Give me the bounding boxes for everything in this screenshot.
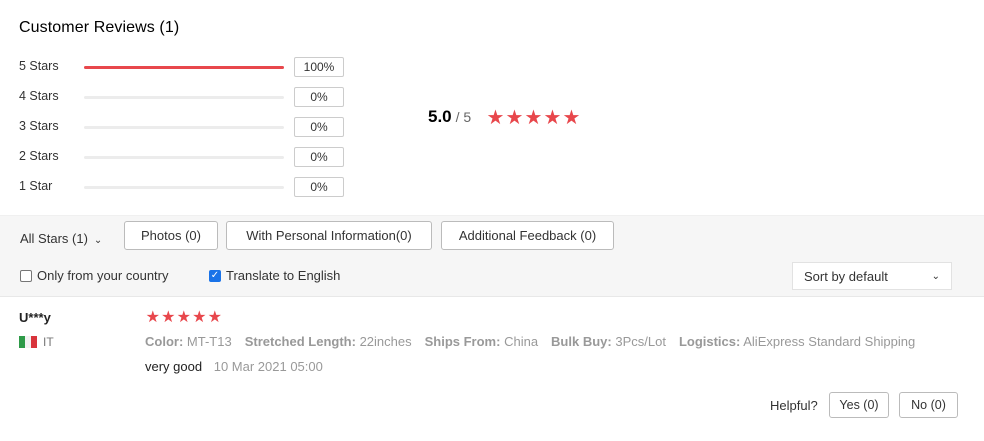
all-stars-label: All Stars (1) <box>20 231 88 246</box>
attribute-value: 22inches <box>359 334 412 349</box>
review-attribute: Stretched Length: 22inches <box>245 334 412 349</box>
helpful-label: Helpful? <box>770 398 818 413</box>
filter-bar: All Stars (1) ⌄ Photos (0) With Personal … <box>0 215 984 297</box>
review-text-line: very good 10 Mar 2021 05:00 <box>145 359 323 374</box>
rating-row-label: 3 Stars <box>19 119 59 133</box>
attribute-key: Logistics: <box>678 334 741 349</box>
star-icon: ★ <box>176 309 191 326</box>
helpful-no-button[interactable]: No (0) <box>899 392 958 418</box>
attribute-value: 3Pcs/Lot <box>615 334 666 349</box>
sort-label: Sort by default <box>804 268 888 284</box>
rating-bar-fill <box>84 66 284 69</box>
rating-percent: 0% <box>294 147 344 167</box>
rating-distribution-row: 3 Stars 0% <box>19 117 349 137</box>
photos-filter-button[interactable]: Photos (0) <box>124 221 218 250</box>
all-stars-dropdown[interactable]: All Stars (1) ⌄ <box>20 231 102 246</box>
rating-percent: 0% <box>294 117 344 137</box>
star-icon: ★ <box>486 107 505 129</box>
only-country-option[interactable]: Only from your country <box>20 268 169 283</box>
star-icon: ★ <box>543 107 562 129</box>
translate-option[interactable]: ✓ Translate to English <box>209 268 340 283</box>
attribute-key: Stretched Length: <box>244 334 356 349</box>
attribute-value: AliExpress Standard Shipping <box>743 334 916 349</box>
review-attribute: Logistics: AliExpress Standard Shipping <box>679 334 915 349</box>
star-icon: ★ <box>192 309 207 326</box>
chevron-down-icon: ⌄ <box>93 235 103 246</box>
country-code: IT <box>43 335 54 349</box>
overall-max: / 5 <box>455 109 472 125</box>
star-icon: ★ <box>562 107 581 129</box>
rating-bar-track <box>84 96 284 99</box>
italy-flag-icon <box>19 336 37 348</box>
star-icon: ★ <box>524 107 543 129</box>
review-attribute: Ships From: China <box>425 334 538 349</box>
rating-distribution-row: 2 Stars 0% <box>19 147 349 167</box>
personal-info-filter-button[interactable]: With Personal Information(0) <box>226 221 432 250</box>
rating-bar-track <box>84 126 284 129</box>
rating-distribution-row: 1 Star 0% <box>19 177 349 197</box>
star-icon: ★ <box>505 107 524 129</box>
attribute-key: Ships From: <box>424 334 501 349</box>
sort-dropdown[interactable]: Sort by default ⌄ <box>792 262 952 290</box>
review-text: very good <box>145 359 203 374</box>
rating-percent: 0% <box>294 177 344 197</box>
attribute-value: China <box>504 334 539 349</box>
rating-bar-track <box>84 156 284 159</box>
attribute-key: Color: <box>145 334 184 349</box>
rating-percent: 100% <box>294 57 344 77</box>
rating-bar-track <box>84 66 284 69</box>
review-date: 10 Mar 2021 05:00 <box>213 359 323 374</box>
attribute-key: Bulk Buy: <box>551 334 612 349</box>
rating-row-label: 1 Star <box>19 179 53 193</box>
attribute-value: MT-T13 <box>186 334 232 349</box>
overall-rating: 5.0 / 5 <box>428 107 471 131</box>
rating-row-label: 5 Stars <box>19 59 59 73</box>
additional-feedback-filter-button[interactable]: Additional Feedback (0) <box>441 221 614 250</box>
chevron-down-icon: ⌄ <box>931 271 940 282</box>
translate-checkbox[interactable]: ✓ <box>209 269 221 282</box>
reviewer-country: IT <box>19 335 54 349</box>
rating-row-label: 4 Stars <box>19 89 59 103</box>
only-country-label: Only from your country <box>37 268 169 283</box>
review-attribute: Color: MT-T13 <box>145 334 232 349</box>
reviewer-name: U***y <box>19 310 51 325</box>
helpful-yes-button[interactable]: Yes (0) <box>829 392 889 418</box>
star-icon: ★ <box>207 309 222 326</box>
review-attributes: Color: MT-T13 Stretched Length: 22inches S… <box>145 334 928 349</box>
only-country-checkbox[interactable] <box>20 269 32 282</box>
star-icon: ★ <box>145 309 160 326</box>
review-stars: ★ ★ ★ ★ ★ <box>145 310 223 326</box>
rating-distribution-row: 5 Stars 100% <box>19 57 349 77</box>
rating-percent: 0% <box>294 87 344 107</box>
overall-stars: ★ ★ ★ ★ ★ <box>486 108 581 128</box>
reviews-title: Customer Reviews (1) <box>19 19 180 36</box>
rating-distribution-row: 4 Stars 0% <box>19 87 349 107</box>
review-attribute: Bulk Buy: 3Pcs/Lot <box>551 334 666 349</box>
rating-bar-track <box>84 186 284 189</box>
star-icon: ★ <box>161 309 176 326</box>
translate-label: Translate to English <box>226 268 341 283</box>
overall-score: 5.0 <box>428 107 452 126</box>
rating-row-label: 2 Stars <box>19 149 59 163</box>
